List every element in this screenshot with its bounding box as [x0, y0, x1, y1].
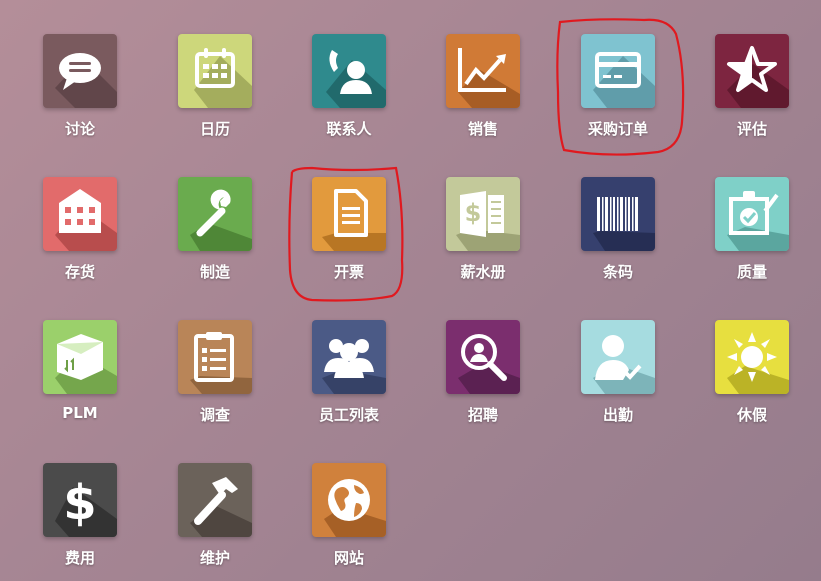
app-discuss[interactable]: 讨论: [25, 34, 135, 154]
credit-card-icon: [593, 52, 655, 108]
ledger-dollar-icon: $: [456, 191, 520, 251]
app-tile[interactable]: [446, 320, 520, 394]
barcode-icon: [593, 197, 655, 251]
app-tile[interactable]: [581, 320, 655, 394]
app-tile[interactable]: [43, 34, 117, 108]
app-tile[interactable]: $: [446, 177, 520, 251]
app-tile[interactable]: [312, 177, 386, 251]
app-tile[interactable]: [446, 34, 520, 108]
app-tile[interactable]: [178, 34, 252, 108]
app-label: 网站: [333, 549, 364, 567]
app-survey[interactable]: 调查: [160, 320, 270, 440]
app-label: 薪水册: [460, 263, 506, 281]
app-employees[interactable]: 员工列表: [294, 320, 404, 440]
app-label: 联系人: [326, 120, 372, 138]
app-label: 开票: [333, 263, 364, 281]
app-label: 出勤: [602, 406, 633, 424]
app-recruitment[interactable]: 招聘: [428, 320, 538, 440]
clipboard-icon: [190, 332, 252, 394]
app-tile[interactable]: [178, 177, 252, 251]
dollar-icon: $: [55, 475, 117, 537]
app-tile[interactable]: [178, 463, 252, 537]
app-tile[interactable]: [312, 463, 386, 537]
magnifier-person-icon: [458, 334, 520, 394]
app-label: 销售: [467, 120, 498, 138]
app-label: 员工列表: [318, 406, 379, 424]
app-label: 质量: [736, 263, 767, 281]
app-maintenance[interactable]: 维护: [160, 463, 270, 581]
app-label: 招聘: [467, 406, 498, 424]
app-tile[interactable]: [581, 177, 655, 251]
globe-icon: [324, 479, 386, 537]
quality-check-icon: [727, 191, 789, 251]
app-label: 条码: [602, 263, 633, 281]
app-quality[interactable]: 质量: [697, 177, 807, 297]
app-attendance[interactable]: 出勤: [563, 320, 673, 440]
sun-icon: [727, 332, 789, 394]
trend-chart-icon: [458, 48, 520, 108]
app-tile[interactable]: [715, 177, 789, 251]
app-inventory[interactable]: 存货: [25, 177, 135, 297]
app-tile[interactable]: [715, 34, 789, 108]
app-label: 制造: [199, 263, 230, 281]
app-tile[interactable]: [43, 177, 117, 251]
app-tile[interactable]: [312, 320, 386, 394]
app-label: 存货: [64, 263, 95, 281]
contact-phone-icon: [326, 50, 386, 108]
star-icon: [727, 46, 789, 108]
app-appraisal[interactable]: 评估: [697, 34, 807, 154]
app-tile[interactable]: [581, 34, 655, 108]
warehouse-icon: [55, 189, 117, 251]
hammer-icon: [190, 477, 252, 537]
app-tile[interactable]: [715, 320, 789, 394]
app-payroll[interactable]: $ 薪水册: [428, 177, 538, 297]
app-label: 休假: [736, 406, 767, 424]
chat-bubble-icon: [55, 53, 117, 108]
app-purchase[interactable]: 采购订单: [563, 34, 673, 154]
document-icon: [322, 189, 386, 251]
app-label: 维护: [199, 549, 230, 567]
app-label: PLM: [62, 404, 98, 422]
app-tile[interactable]: [43, 320, 117, 394]
app-calendar[interactable]: 日历: [160, 34, 270, 154]
app-manufacturing[interactable]: 制造: [160, 177, 270, 297]
package-box-icon: [55, 334, 117, 394]
app-contacts[interactable]: 联系人: [294, 34, 404, 154]
app-grid: 讨论 日历 联系人 销售 采购订单 评估 存货 制造 开票 $ 薪水册 条码 质…: [0, 0, 821, 581]
app-label: 费用: [64, 549, 95, 567]
app-tile[interactable]: [312, 34, 386, 108]
app-expenses[interactable]: $ 费用: [25, 463, 135, 581]
app-website[interactable]: 网站: [294, 463, 404, 581]
person-check-icon: [593, 335, 655, 394]
app-label: 讨论: [64, 120, 95, 138]
people-group-icon: [322, 339, 386, 394]
app-tile[interactable]: $: [43, 463, 117, 537]
app-timeoff[interactable]: 休假: [697, 320, 807, 440]
app-barcode[interactable]: 条码: [563, 177, 673, 297]
app-invoicing[interactable]: 开票: [294, 177, 404, 297]
app-plm[interactable]: PLM: [25, 320, 135, 440]
wrench-icon: [190, 189, 252, 251]
svg-text:$: $: [465, 199, 482, 227]
app-label: 日历: [199, 120, 230, 138]
app-sales[interactable]: 销售: [428, 34, 538, 154]
app-label: 评估: [736, 120, 767, 138]
app-label: 采购订单: [587, 120, 648, 138]
svg-text:$: $: [63, 475, 96, 531]
calendar-icon: [194, 48, 252, 108]
app-label: 调查: [199, 406, 230, 424]
app-tile[interactable]: [178, 320, 252, 394]
